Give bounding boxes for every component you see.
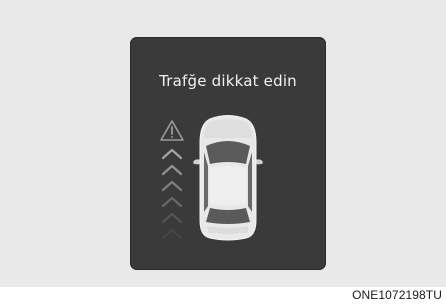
chevron-3 <box>161 180 183 192</box>
chevron-5 <box>161 212 183 224</box>
chevron-4 <box>161 196 183 208</box>
traffic-warning-graphic <box>160 115 263 241</box>
image-reference-code: ONE1072198TU <box>352 288 442 302</box>
chevron-1 <box>161 148 183 160</box>
warning-triangle-icon <box>160 120 184 141</box>
car-top-view-icon <box>193 115 263 241</box>
screen: Trafğe dikkat edin ONE1072198TU <box>0 0 446 305</box>
chevron-2 <box>161 164 183 176</box>
approaching-chevrons-icon <box>161 148 183 240</box>
chevron-6 <box>161 228 183 240</box>
cluster-display: Trafğe dikkat edin <box>130 37 326 270</box>
warning-message: Trafğe dikkat edin <box>159 72 297 90</box>
